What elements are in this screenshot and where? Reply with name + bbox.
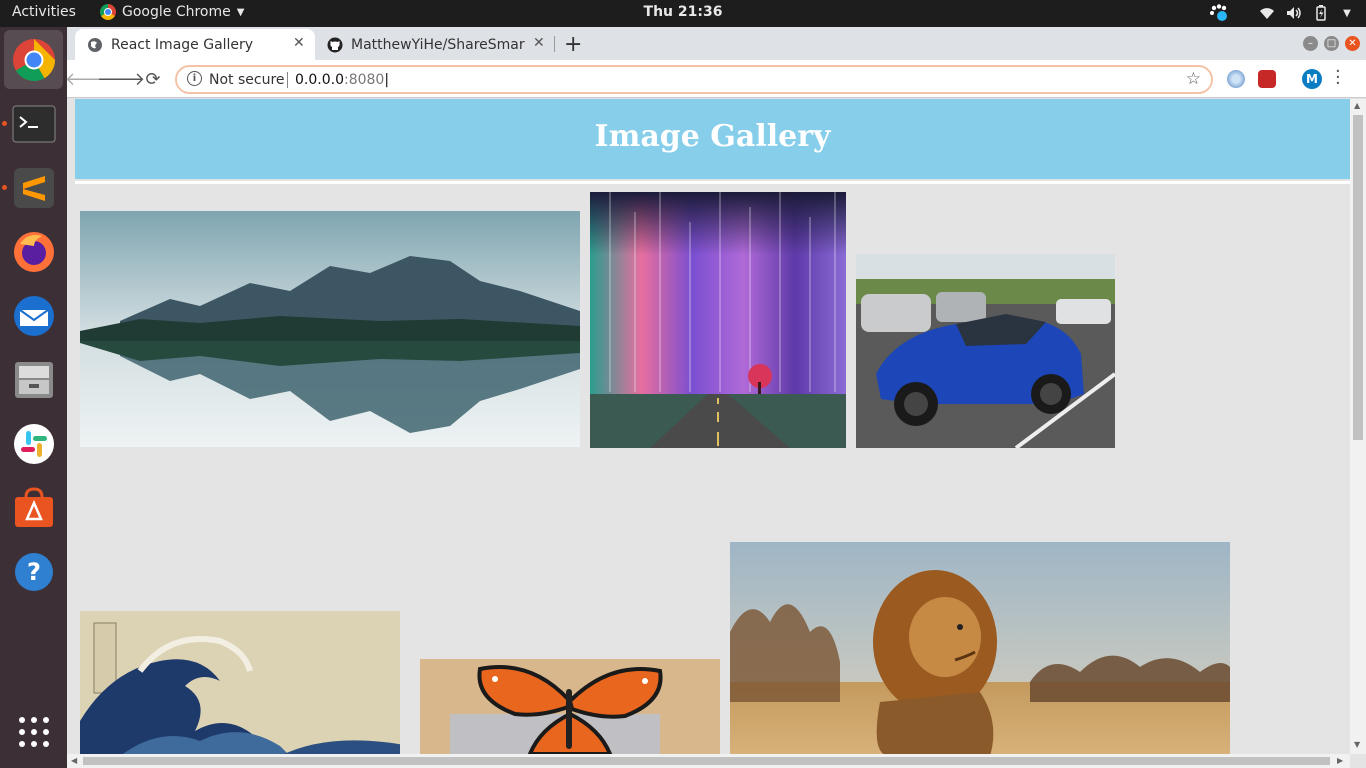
tab-title: React Image Gallery — [111, 36, 254, 53]
dock-firefox[interactable] — [4, 222, 63, 281]
dock-files[interactable] — [4, 350, 63, 409]
chrome-icon — [12, 38, 55, 81]
address-bar[interactable]: i Not secure 0.0.0.0:8080| ☆ — [175, 65, 1213, 94]
tab-separator — [554, 36, 555, 52]
bookmark-star-icon[interactable]: ☆ — [1186, 69, 1201, 89]
close-window-button[interactable]: ✕ — [1345, 36, 1360, 51]
dock-chrome[interactable] — [4, 30, 63, 89]
paw-icon[interactable] — [1208, 4, 1230, 22]
maximize-button[interactable]: □ — [1324, 36, 1339, 51]
scroll-up-arrow[interactable]: ▲ — [1354, 101, 1360, 110]
dock-sublime-text[interactable] — [4, 158, 63, 217]
app-menu-label: Google Chrome — [122, 4, 231, 20]
github-icon — [327, 37, 343, 52]
battery-icon[interactable] — [1312, 4, 1330, 22]
volume-icon[interactable] — [1284, 4, 1304, 22]
extension-red-icon[interactable] — [1258, 70, 1276, 88]
page-title: Image Gallery — [594, 119, 831, 154]
gallery-header: Image Gallery — [75, 99, 1350, 179]
tab-react-image-gallery[interactable]: React Image Gallery ✕ — [75, 29, 315, 60]
reload-button[interactable]: ⟳ — [142, 68, 164, 90]
gallery-image-monarch-butterfly[interactable] — [420, 659, 720, 756]
clock[interactable]: Thu 21:36 — [644, 4, 723, 20]
gallery-image-aurora-road[interactable] — [590, 192, 846, 448]
gallery-image-lion[interactable] — [730, 542, 1230, 756]
horizontal-scrollbar[interactable]: ◀ ▶ — [67, 754, 1350, 768]
system-top-bar: Activities Google Chrome ▼ Thu 21:36 ▼ — [0, 0, 1366, 27]
tab-strip: React Image Gallery ✕ MatthewYiHe/ShareS… — [67, 27, 1366, 60]
tab-github[interactable]: MatthewYiHe/ShareSmar ✕ — [319, 29, 551, 60]
tab-title: MatthewYiHe/ShareSmar — [351, 36, 525, 53]
terminal-icon — [12, 105, 55, 142]
scroll-down-arrow[interactable]: ▼ — [1354, 740, 1360, 749]
dock-terminal[interactable] — [4, 94, 63, 153]
app-menu[interactable]: Google Chrome ▼ — [100, 4, 244, 20]
info-icon[interactable]: i — [187, 71, 202, 86]
activities-button[interactable]: Activities — [12, 4, 76, 20]
sublime-text-icon — [13, 167, 54, 208]
gallery-image-blue-sports-car[interactable] — [856, 254, 1115, 448]
scrollbar-thumb[interactable] — [83, 757, 1330, 765]
profile-avatar[interactable]: M — [1302, 69, 1322, 89]
close-tab-icon[interactable]: ✕ — [533, 35, 545, 51]
more-menu-icon[interactable]: · · · — [1335, 63, 1341, 93]
chevron-down-icon: ▼ — [236, 6, 245, 18]
slack-icon — [13, 423, 54, 464]
security-label: Not secure — [209, 72, 285, 88]
gallery-image-mountain-lake[interactable] — [80, 211, 580, 447]
forward-button[interactable]: 🡒 — [97, 68, 145, 90]
scrollbar-thumb[interactable] — [1353, 115, 1363, 440]
show-apps-icon — [18, 716, 49, 747]
firefox-icon — [13, 231, 54, 272]
dock-software-center[interactable] — [4, 478, 63, 537]
vertical-scrollbar[interactable]: ▲ ▼ — [1350, 99, 1366, 754]
browser-toolbar: 🡐 🡒 ⟳ i Not secure 0.0.0.0:8080| ☆ M · · · — [65, 60, 1366, 98]
new-tab-button[interactable]: + — [564, 32, 582, 57]
chrome-icon — [100, 4, 116, 20]
scroll-right-arrow[interactable]: ▶ — [1337, 756, 1343, 765]
browser-window: React Image Gallery ✕ MatthewYiHe/ShareS… — [65, 27, 1366, 768]
close-tab-icon[interactable]: ✕ — [293, 35, 305, 51]
globe-icon — [88, 37, 102, 52]
url-port: :8080 — [343, 72, 385, 88]
minimize-button[interactable]: – — [1303, 36, 1318, 51]
dock-help[interactable]: ? — [4, 542, 63, 601]
gallery-image-great-wave[interactable] — [80, 611, 410, 756]
divider — [287, 72, 288, 88]
url-host: 0.0.0.0 — [295, 72, 344, 88]
svg-text:?: ? — [27, 558, 41, 586]
wifi-icon[interactable] — [1257, 4, 1277, 22]
dock-slack[interactable] — [4, 414, 63, 473]
files-icon — [14, 361, 53, 398]
software-center-icon — [14, 486, 53, 527]
text-cursor: | — [384, 72, 390, 88]
dock: ? — [0, 27, 67, 768]
page-viewport: Image Gallery ▲ ▼ ◀ ▶ — [67, 99, 1366, 768]
thunderbird-icon — [13, 295, 54, 336]
help-icon: ? — [14, 552, 53, 591]
url-text[interactable]: 0.0.0.0:8080| — [295, 72, 389, 88]
power-menu-icon[interactable]: ▼ — [1338, 4, 1356, 22]
dock-show-apps[interactable] — [4, 702, 63, 761]
extension-compass-icon[interactable] — [1227, 70, 1245, 88]
dock-thunderbird[interactable] — [4, 286, 63, 345]
header-divider — [75, 181, 1350, 184]
scroll-left-arrow[interactable]: ◀ — [71, 756, 77, 765]
